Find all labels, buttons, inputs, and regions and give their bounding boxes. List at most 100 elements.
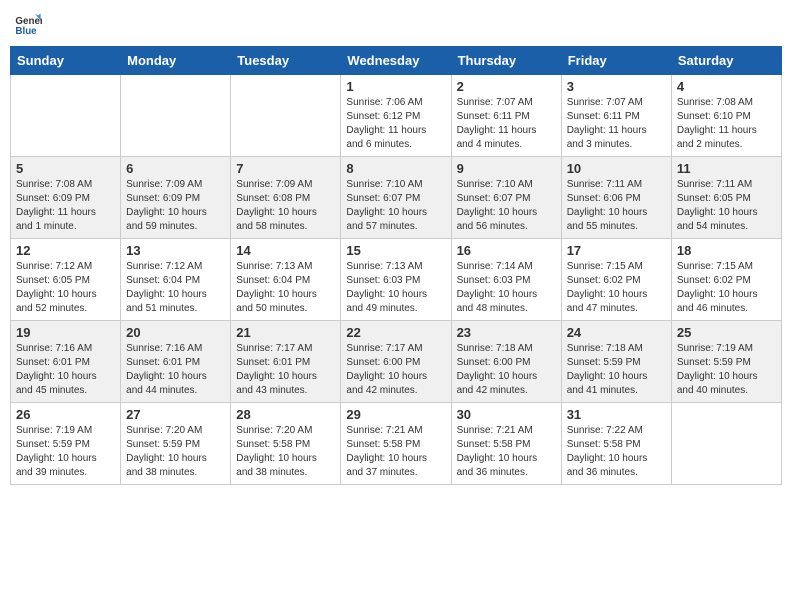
day-info: Sunrise: 7:16 AMSunset: 6:01 PMDaylight:… — [16, 342, 115, 398]
day-number: 11 — [677, 161, 776, 176]
day-number: 24 — [567, 325, 666, 340]
day-number: 25 — [677, 325, 776, 340]
calendar-table: SundayMondayTuesdayWednesdayThursdayFrid… — [10, 46, 782, 485]
calendar-dow-saturday: Saturday — [671, 47, 781, 75]
day-info: Sunrise: 7:21 AMSunset: 5:58 PMDaylight:… — [457, 424, 556, 480]
day-number: 6 — [126, 161, 225, 176]
day-info: Sunrise: 7:15 AMSunset: 6:02 PMDaylight:… — [677, 260, 776, 316]
day-info: Sunrise: 7:14 AMSunset: 6:03 PMDaylight:… — [457, 260, 556, 316]
calendar-cell: 4Sunrise: 7:08 AMSunset: 6:10 PMDaylight… — [671, 75, 781, 157]
day-info: Sunrise: 7:20 AMSunset: 5:58 PMDaylight:… — [236, 424, 335, 480]
day-info: Sunrise: 7:09 AMSunset: 6:09 PMDaylight:… — [126, 178, 225, 234]
calendar-dow-friday: Friday — [561, 47, 671, 75]
day-info: Sunrise: 7:22 AMSunset: 5:58 PMDaylight:… — [567, 424, 666, 480]
day-info: Sunrise: 7:12 AMSunset: 6:04 PMDaylight:… — [126, 260, 225, 316]
calendar-cell: 30 Sunrise: 7:21 AMSunset: 5:58 PMDayligh… — [451, 403, 561, 485]
day-info: Sunrise: 7:10 AMSunset: 6:07 PMDaylight:… — [346, 178, 445, 234]
day-number: 14 — [236, 243, 335, 258]
day-number: 31 — [567, 407, 666, 422]
day-info: Sunrise: 7:11 AMSunset: 6:06 PMDaylight:… — [567, 178, 666, 234]
calendar-dow-monday: Monday — [121, 47, 231, 75]
day-info: Sunrise: 7:19 AMSunset: 5:59 PMDaylight:… — [677, 342, 776, 398]
day-number: 27 — [126, 407, 225, 422]
calendar-cell: 24 Sunrise: 7:18 AMSunset: 5:59 PMDayligh… — [561, 321, 671, 403]
calendar-header-row: SundayMondayTuesdayWednesdayThursdayFrid… — [11, 47, 782, 75]
calendar-cell: 13 Sunrise: 7:12 AMSunset: 6:04 PMDayligh… — [121, 239, 231, 321]
day-number: 30 — [457, 407, 556, 422]
day-info: Sunrise: 7:13 AMSunset: 6:03 PMDaylight:… — [346, 260, 445, 316]
calendar-cell: 19 Sunrise: 7:16 AMSunset: 6:01 PMDayligh… — [11, 321, 121, 403]
calendar-week-row: 12Sunrise: 7:12 AMSunset: 6:05 PMDayligh… — [11, 239, 782, 321]
logo-icon: General Blue — [14, 10, 42, 38]
day-number: 21 — [236, 325, 335, 340]
day-number: 17 — [567, 243, 666, 258]
calendar-cell: 31 Sunrise: 7:22 AMSunset: 5:58 PMDayligh… — [561, 403, 671, 485]
day-info: Sunrise: 7:09 AMSunset: 6:08 PMDaylight:… — [236, 178, 335, 234]
calendar-cell: 25 Sunrise: 7:19 AMSunset: 5:59 PMDayligh… — [671, 321, 781, 403]
day-number: 13 — [126, 243, 225, 258]
day-info: Sunrise: 7:17 AMSunset: 6:00 PMDaylight:… — [346, 342, 445, 398]
calendar-dow-sunday: Sunday — [11, 47, 121, 75]
day-number: 18 — [677, 243, 776, 258]
day-info: Sunrise: 7:06 AMSunset: 6:12 PMDaylight:… — [346, 96, 445, 152]
day-info: Sunrise: 7:18 AMSunset: 5:59 PMDaylight:… — [567, 342, 666, 398]
calendar-cell: 20Sunrise: 7:16 AMSunset: 6:01 PMDayligh… — [121, 321, 231, 403]
day-info: Sunrise: 7:07 AMSunset: 6:11 PMDaylight:… — [457, 96, 556, 152]
day-info: Sunrise: 7:16 AMSunset: 6:01 PMDaylight:… — [126, 342, 225, 398]
calendar-cell: 2 Sunrise: 7:07 AMSunset: 6:11 PMDaylight… — [451, 75, 561, 157]
day-info: Sunrise: 7:07 AMSunset: 6:11 PMDaylight:… — [567, 96, 666, 152]
day-number: 3 — [567, 79, 666, 94]
calendar-cell — [121, 75, 231, 157]
logo: General Blue — [14, 10, 42, 38]
svg-text:Blue: Blue — [15, 26, 37, 37]
day-number: 4 — [677, 79, 776, 94]
day-number: 28 — [236, 407, 335, 422]
day-number: 15 — [346, 243, 445, 258]
calendar-cell: 29Sunrise: 7:21 AMSunset: 5:58 PMDayligh… — [341, 403, 451, 485]
day-number: 2 — [457, 79, 556, 94]
calendar-cell — [671, 403, 781, 485]
calendar-cell: 17Sunrise: 7:15 AMSunset: 6:02 PMDayligh… — [561, 239, 671, 321]
calendar-cell: 11 Sunrise: 7:11 AMSunset: 6:05 PMDayligh… — [671, 157, 781, 239]
calendar-cell: 1Sunrise: 7:06 AMSunset: 6:12 PMDaylight… — [341, 75, 451, 157]
day-info: Sunrise: 7:10 AMSunset: 6:07 PMDaylight:… — [457, 178, 556, 234]
calendar-cell: 10 Sunrise: 7:11 AMSunset: 6:06 PMDayligh… — [561, 157, 671, 239]
calendar-cell: 7 Sunrise: 7:09 AMSunset: 6:08 PMDaylight… — [231, 157, 341, 239]
day-info: Sunrise: 7:21 AMSunset: 5:58 PMDaylight:… — [346, 424, 445, 480]
calendar-cell: 27 Sunrise: 7:20 AMSunset: 5:59 PMDayligh… — [121, 403, 231, 485]
calendar-cell: 15 Sunrise: 7:13 AMSunset: 6:03 PMDayligh… — [341, 239, 451, 321]
day-info: Sunrise: 7:13 AMSunset: 6:04 PMDaylight:… — [236, 260, 335, 316]
day-info: Sunrise: 7:19 AMSunset: 5:59 PMDaylight:… — [16, 424, 115, 480]
calendar-cell: 21 Sunrise: 7:17 AMSunset: 6:01 PMDayligh… — [231, 321, 341, 403]
calendar-week-row: 19 Sunrise: 7:16 AMSunset: 6:01 PMDayligh… — [11, 321, 782, 403]
calendar-cell: 28 Sunrise: 7:20 AMSunset: 5:58 PMDayligh… — [231, 403, 341, 485]
day-number: 19 — [16, 325, 115, 340]
day-info: Sunrise: 7:12 AMSunset: 6:05 PMDaylight:… — [16, 260, 115, 316]
calendar-dow-wednesday: Wednesday — [341, 47, 451, 75]
day-number: 10 — [567, 161, 666, 176]
calendar-cell: 9 Sunrise: 7:10 AMSunset: 6:07 PMDaylight… — [451, 157, 561, 239]
calendar-cell: 18 Sunrise: 7:15 AMSunset: 6:02 PMDayligh… — [671, 239, 781, 321]
day-info: Sunrise: 7:17 AMSunset: 6:01 PMDaylight:… — [236, 342, 335, 398]
calendar-cell: 14 Sunrise: 7:13 AMSunset: 6:04 PMDayligh… — [231, 239, 341, 321]
day-info: Sunrise: 7:08 AMSunset: 6:09 PMDaylight:… — [16, 178, 115, 234]
calendar-cell: 23Sunrise: 7:18 AMSunset: 6:00 PMDayligh… — [451, 321, 561, 403]
day-number: 7 — [236, 161, 335, 176]
calendar-dow-thursday: Thursday — [451, 47, 561, 75]
calendar-cell — [231, 75, 341, 157]
calendar-cell: 5 Sunrise: 7:08 AMSunset: 6:09 PMDaylight… — [11, 157, 121, 239]
day-number: 23 — [457, 325, 556, 340]
day-info: Sunrise: 7:11 AMSunset: 6:05 PMDaylight:… — [677, 178, 776, 234]
calendar-cell — [11, 75, 121, 157]
calendar-cell: 12Sunrise: 7:12 AMSunset: 6:05 PMDayligh… — [11, 239, 121, 321]
day-number: 5 — [16, 161, 115, 176]
day-info: Sunrise: 7:20 AMSunset: 5:59 PMDaylight:… — [126, 424, 225, 480]
calendar-dow-tuesday: Tuesday — [231, 47, 341, 75]
calendar-cell: 8Sunrise: 7:10 AMSunset: 6:07 PMDaylight… — [341, 157, 451, 239]
calendar-cell: 22Sunrise: 7:17 AMSunset: 6:00 PMDayligh… — [341, 321, 451, 403]
calendar-cell: 3 Sunrise: 7:07 AMSunset: 6:11 PMDaylight… — [561, 75, 671, 157]
page-header: General Blue — [10, 10, 782, 38]
calendar-cell: 26Sunrise: 7:19 AMSunset: 5:59 PMDayligh… — [11, 403, 121, 485]
calendar-week-row: 1Sunrise: 7:06 AMSunset: 6:12 PMDaylight… — [11, 75, 782, 157]
day-number: 9 — [457, 161, 556, 176]
